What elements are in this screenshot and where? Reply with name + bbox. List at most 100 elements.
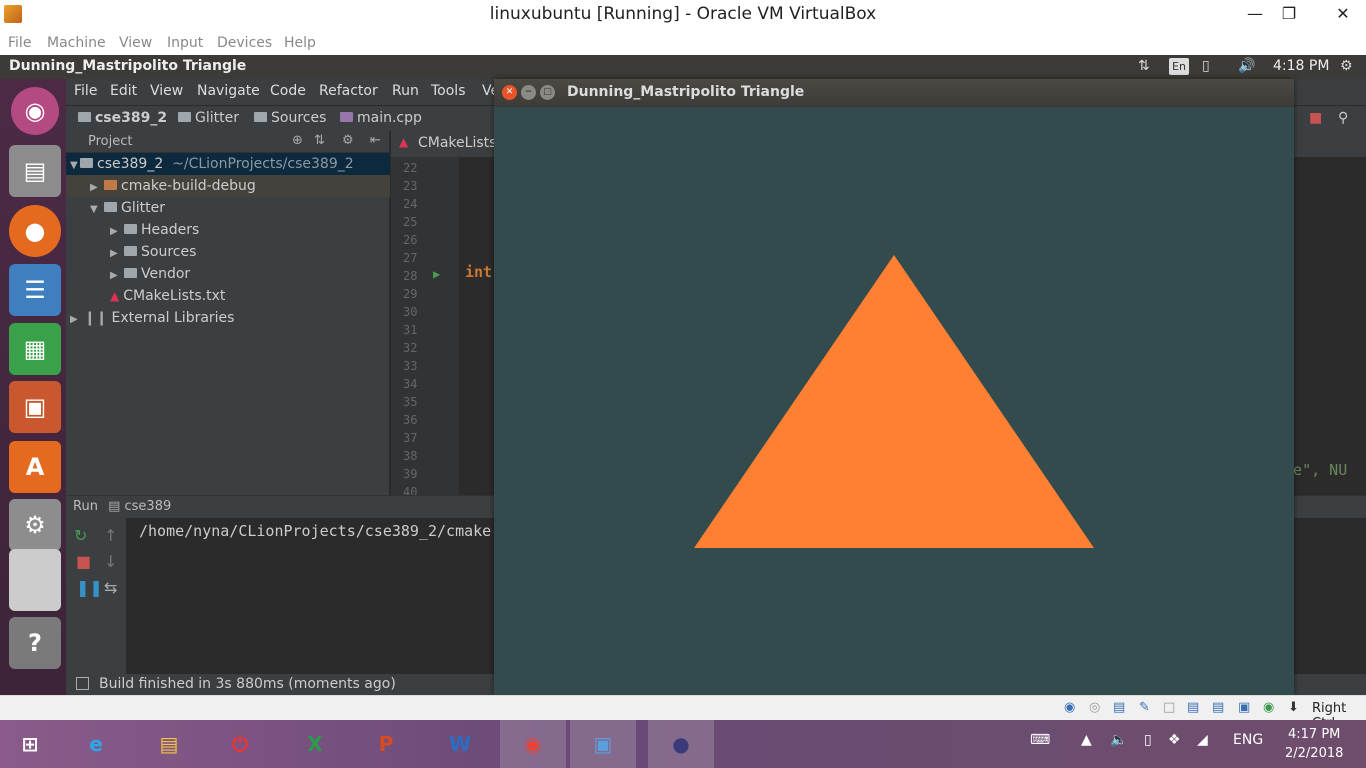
audio-icon[interactable]: ▤ <box>1113 700 1125 715</box>
menu-devices[interactable]: Devices <box>217 35 272 51</box>
down-icon[interactable]: ↓ <box>104 552 117 571</box>
clion-menu-code[interactable]: Code <box>270 83 306 99</box>
eclipse-icon[interactable]: ● <box>648 720 714 768</box>
recording-icon[interactable]: ▣ <box>1238 700 1250 715</box>
stacked-apps-icon[interactable] <box>9 549 61 611</box>
wrap-icon[interactable]: ⇆ <box>104 578 117 597</box>
pause-icon[interactable]: ❚❚ <box>76 578 103 597</box>
breadcrumb-project[interactable]: cse389_2 <box>78 110 167 126</box>
minimize-icon[interactable]: − <box>521 85 536 100</box>
dropbox-icon[interactable]: ❖ <box>1168 732 1181 748</box>
ubuntu-dash-icon[interactable]: ◉ <box>11 87 59 135</box>
files-icon[interactable]: ▤ <box>9 145 61 197</box>
network-icon[interactable]: ⇅ <box>1138 58 1150 74</box>
run-gutter-icon[interactable]: ▶ <box>433 267 440 281</box>
clion-menu-tools[interactable]: Tools <box>431 83 466 99</box>
menu-file[interactable]: File <box>8 35 31 51</box>
tab-cmakelists[interactable]: CMakeLists <box>418 135 496 151</box>
menu-view[interactable]: View <box>119 35 152 51</box>
tree-cmake-build-debug[interactable]: ▶ cmake-build-debug <box>66 175 390 197</box>
close-icon[interactable]: ✕ <box>502 85 517 100</box>
folder-icon <box>104 202 117 212</box>
rerun-icon[interactable]: ↻ <box>74 526 87 545</box>
virtualbox-icon[interactable]: ▣ <box>570 720 636 768</box>
gear-icon[interactable]: ⚙ <box>1340 58 1353 74</box>
power-icon[interactable]: ⏻ <box>207 720 273 768</box>
clion-menu-edit[interactable]: Edit <box>110 83 137 99</box>
tree-external-libraries[interactable]: ▶ ❙❙ External Libraries <box>66 307 390 329</box>
tree-cmakelists[interactable]: ▲ CMakeLists.txt <box>66 285 390 307</box>
tree-headers[interactable]: ▶ Headers <box>66 219 390 241</box>
breadcrumb-glitter[interactable]: Glitter <box>178 110 239 126</box>
clion-menu-navigate[interactable]: Navigate <box>197 83 260 99</box>
chrome-icon[interactable]: ◉ <box>500 720 566 768</box>
line-number: 33 <box>403 359 418 373</box>
optical-icon[interactable]: ◎ <box>1089 700 1100 715</box>
clion-menu-refactor[interactable]: Refactor <box>319 83 378 99</box>
system-clock[interactable]: 4:17 PM 2/2/2018 <box>1285 725 1343 763</box>
maximize-button[interactable]: ❐ <box>1266 0 1312 30</box>
internet-explorer-icon[interactable]: e <box>63 720 129 768</box>
writer-icon[interactable]: ☰ <box>9 264 61 316</box>
guest-clock[interactable]: 4:18 PM <box>1273 58 1329 74</box>
firefox-icon[interactable]: ● <box>9 205 61 257</box>
maximize-icon[interactable]: □ <box>540 85 555 100</box>
hide-icon[interactable]: ⇤ <box>370 133 381 148</box>
tree-label: cmake-build-debug <box>121 178 256 194</box>
close-button[interactable]: ✕ <box>1320 0 1366 30</box>
powerpoint-icon[interactable]: P <box>353 720 419 768</box>
battery-icon[interactable]: ▯ <box>1144 732 1152 748</box>
shared-folder-icon[interactable]: ▤ <box>1187 700 1199 715</box>
impress-icon[interactable]: ▣ <box>9 381 61 433</box>
software-center-icon[interactable]: A <box>9 441 61 493</box>
keyboard-icon[interactable]: ⌨ <box>1030 732 1050 748</box>
clion-menu-view[interactable]: View <box>150 83 183 99</box>
file-explorer-icon[interactable]: ▤ <box>136 720 202 768</box>
excel-icon[interactable]: X <box>282 720 348 768</box>
clion-menu-file[interactable]: File <box>74 83 97 99</box>
tree-root-project[interactable]: ▼ cse389_2 ~/CLionProjects/cse389_2 <box>66 153 390 175</box>
stop-icon[interactable]: ■ <box>76 552 91 571</box>
calc-icon[interactable]: ▦ <box>9 323 61 375</box>
cpu-icon[interactable]: ◉ <box>1263 700 1274 715</box>
wifi-icon[interactable]: ◢ <box>1197 732 1208 748</box>
windows-start-icon[interactable]: ⊞ <box>0 720 60 768</box>
input-language[interactable]: ENG <box>1233 732 1263 748</box>
word-icon[interactable]: W <box>427 720 493 768</box>
tree-sources[interactable]: ▶ Sources <box>66 241 390 263</box>
system-settings-icon[interactable]: ⚙ <box>9 499 61 551</box>
stop-icon[interactable]: ■ <box>1309 110 1322 126</box>
toggle-tool-windows-icon[interactable] <box>76 677 89 690</box>
tree-vendor[interactable]: ▶ Vendor <box>66 263 390 285</box>
tree-glitter[interactable]: ▼ Glitter <box>66 197 390 219</box>
help-icon[interactable]: ? <box>9 617 61 669</box>
clion-menu-run[interactable]: Run <box>392 83 419 99</box>
breadcrumb-sources[interactable]: Sources <box>254 110 326 126</box>
usb-icon[interactable]: □ <box>1163 700 1175 715</box>
collapse-icon[interactable]: ⇅ <box>314 133 325 148</box>
menu-input[interactable]: Input <box>167 35 203 51</box>
sync-icon[interactable]: ⊕ <box>292 133 303 148</box>
breadcrumb-main-cpp[interactable]: main.cpp <box>340 110 422 126</box>
settings-icon[interactable]: ⚙ <box>342 133 354 148</box>
mouse-integration-icon[interactable]: ⬇ <box>1288 700 1299 715</box>
cpp-file-icon <box>340 112 353 122</box>
clock-date: 2/2/2018 <box>1285 746 1344 761</box>
volume-icon[interactable]: 🔊 <box>1238 58 1255 74</box>
status-message: Build finished in 3s 880ms (moments ago) <box>99 676 396 692</box>
battery-icon[interactable]: ▯ <box>1202 58 1210 74</box>
display-icon[interactable]: ▤ <box>1212 700 1224 715</box>
search-icon[interactable]: ⚲ <box>1338 110 1348 126</box>
chevron-up-icon[interactable]: ▲ <box>1081 732 1092 748</box>
folder-icon <box>124 268 137 278</box>
volume-icon[interactable]: 🔈 <box>1110 732 1127 748</box>
network-icon[interactable]: ✎ <box>1139 700 1150 715</box>
gl-canvas[interactable] <box>494 107 1294 695</box>
hdd-icon[interactable]: ◉ <box>1064 700 1075 715</box>
code-keyword: int <box>465 263 493 281</box>
keyboard-layout-indicator[interactable]: En <box>1169 58 1189 75</box>
up-icon[interactable]: ↑ <box>104 526 117 545</box>
menu-help[interactable]: Help <box>284 35 316 51</box>
run-config-name[interactable]: cse389 <box>125 499 172 514</box>
menu-machine[interactable]: Machine <box>47 35 106 51</box>
